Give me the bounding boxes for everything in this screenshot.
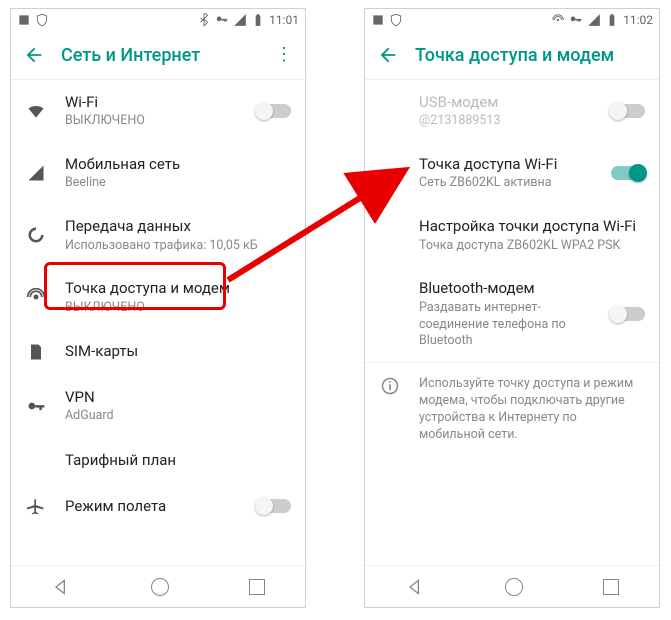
info-text: Используйте точку доступа и режим модема…	[419, 376, 645, 444]
setting-wifi[interactable]: Wi-Fi ВЫКЛЮЧЕНО	[11, 80, 305, 142]
setting-hotspot-config[interactable]: Настройка точки доступа Wi-Fi Точка дост…	[365, 204, 659, 266]
setting-label: Wi-Fi	[65, 92, 239, 112]
setting-sim[interactable]: SIM-карты	[11, 329, 305, 375]
setting-usb-tethering: USB-модем @2131889513	[365, 80, 659, 142]
setting-label: Режим полета	[65, 496, 239, 516]
battery-icon	[251, 13, 265, 27]
settings-list: USB-модем @2131889513 Точка доступа Wi-F…	[365, 80, 659, 456]
airplane-toggle[interactable]	[257, 499, 291, 513]
status-bar: 11:01	[11, 9, 305, 31]
setting-label: Передача данных	[65, 216, 291, 236]
usb-toggle	[611, 104, 645, 118]
bluetooth-icon	[197, 13, 211, 27]
app-bar: Сеть и Интернет ⋮	[11, 31, 305, 79]
setting-sub: @2131889513	[419, 113, 593, 130]
nav-recent-icon[interactable]	[603, 579, 619, 595]
navigation-bar	[365, 565, 659, 607]
setting-sub: Beeline	[65, 175, 291, 192]
info-row: Используйте точку доступа и режим модема…	[365, 363, 659, 456]
airplane-icon	[25, 495, 47, 517]
shield-icon	[35, 13, 49, 27]
wifi-toggle[interactable]	[257, 104, 291, 118]
setting-label: Bluetooth-модем	[419, 278, 593, 298]
bluetooth-toggle[interactable]	[611, 307, 645, 321]
signal-icon	[25, 162, 47, 184]
setting-label: Точка доступа и модем	[65, 278, 291, 298]
status-bar: 11:02	[365, 9, 659, 31]
setting-label: Тарифный план	[65, 450, 291, 470]
setting-sub: Использовано трафика: 10,05 кБ	[65, 238, 291, 255]
nav-recent-icon[interactable]	[249, 579, 265, 595]
page-title: Точка доступа и модем	[415, 45, 647, 66]
phone-left: 11:01 Сеть и Интернет ⋮ Wi-Fi ВЫКЛЮЧЕНО …	[10, 8, 306, 608]
nav-back-icon[interactable]	[405, 577, 425, 597]
setting-tethering[interactable]: Точка доступа и модем ВЫКЛЮЧЕНО	[11, 266, 305, 328]
setting-bluetooth-tethering[interactable]: Bluetooth-модем Раздавать интернет-соеди…	[365, 266, 659, 362]
picture-icon	[17, 13, 31, 27]
setting-airplane[interactable]: Режим полета	[11, 483, 305, 529]
wifi-icon	[25, 100, 47, 122]
overflow-menu-icon[interactable]: ⋮	[275, 46, 293, 64]
battery-icon	[605, 13, 619, 27]
app-bar: Точка доступа и модем	[365, 31, 659, 79]
setting-plan[interactable]: Тарифный план	[11, 437, 305, 483]
setting-data-usage[interactable]: Передача данных Использовано трафика: 10…	[11, 204, 305, 266]
setting-label: VPN	[65, 387, 291, 407]
signal-icon	[233, 13, 247, 27]
data-usage-icon	[25, 224, 47, 246]
info-icon	[379, 375, 401, 397]
vpn-key-icon	[25, 395, 47, 417]
hotspot-icon	[25, 286, 47, 308]
back-icon[interactable]	[23, 44, 45, 66]
phone-right: 11:02 Точка доступа и модем USB-модем @2…	[364, 8, 660, 608]
setting-mobile[interactable]: Мобильная сеть Beeline	[11, 142, 305, 204]
nav-back-icon[interactable]	[51, 577, 71, 597]
navigation-bar	[11, 565, 305, 607]
nav-home-icon[interactable]	[151, 578, 169, 596]
settings-list: Wi-Fi ВЫКЛЮЧЕНО Мобильная сеть Beeline П…	[11, 80, 305, 529]
picture-icon	[371, 13, 385, 27]
hotspot-status-icon	[551, 13, 565, 27]
setting-label: USB-модем	[419, 92, 593, 112]
key-icon	[215, 13, 229, 27]
signal-icon	[587, 13, 601, 27]
back-icon[interactable]	[377, 44, 399, 66]
shield-icon	[389, 13, 403, 27]
wifi-hotspot-toggle[interactable]	[611, 166, 645, 180]
setting-sub: Сеть ZB602KL активна	[419, 175, 593, 192]
key-icon	[569, 13, 583, 27]
setting-label: SIM-карты	[65, 341, 291, 361]
sim-icon	[25, 341, 47, 363]
setting-vpn[interactable]: VPN AdGuard	[11, 375, 305, 437]
setting-label: Настройка точки доступа Wi-Fi	[419, 216, 645, 236]
setting-sub: Раздавать интернет-соединение телефона п…	[419, 300, 593, 351]
setting-wifi-hotspot[interactable]: Точка доступа Wi-Fi Сеть ZB602KL активна	[365, 142, 659, 204]
clock-text: 11:01	[269, 13, 299, 27]
setting-sub: ВЫКЛЮЧЕНО	[65, 113, 239, 130]
setting-label: Точка доступа Wi-Fi	[419, 154, 593, 174]
nav-home-icon[interactable]	[505, 578, 523, 596]
clock-text: 11:02	[623, 13, 653, 27]
page-title: Сеть и Интернет	[61, 45, 259, 66]
setting-sub: AdGuard	[65, 408, 291, 425]
setting-sub: Точка доступа ZB602KL WPA2 PSK	[419, 238, 645, 255]
setting-label: Мобильная сеть	[65, 154, 291, 174]
setting-sub: ВЫКЛЮЧЕНО	[65, 300, 291, 317]
plan-icon	[25, 449, 47, 471]
